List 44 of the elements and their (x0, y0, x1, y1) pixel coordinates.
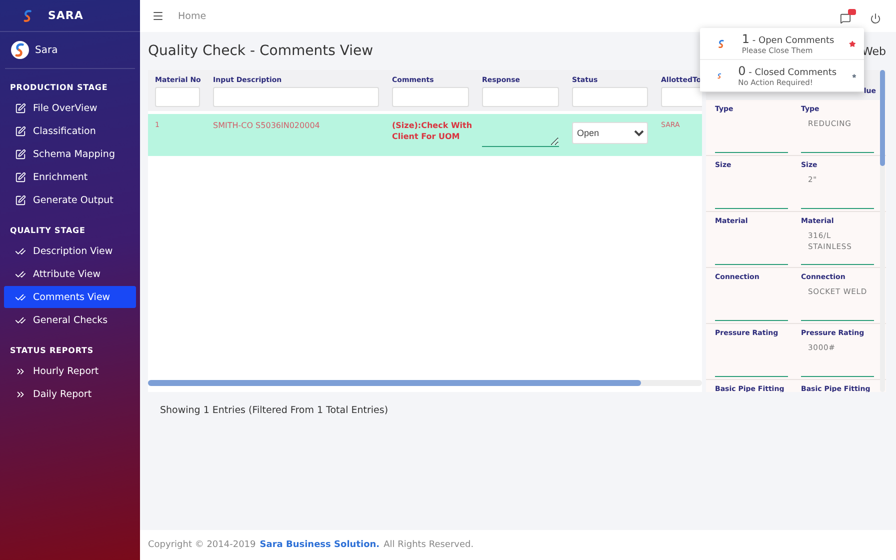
sidebar-item[interactable]: Description View (4, 240, 136, 262)
user-name: Sara (35, 44, 58, 56)
edit-icon (15, 102, 26, 114)
company-link[interactable]: Sara Business Solution. (260, 540, 380, 550)
filter-field[interactable] (572, 87, 648, 107)
rights-text: All Rights Reserved. (384, 540, 474, 550)
sidebar-item[interactable]: File OverView (4, 97, 136, 119)
section-title: PRODUCTION STAGE (9, 82, 109, 94)
avatar-icon (11, 41, 29, 59)
sidebar-item[interactable]: Generate Output (4, 189, 136, 211)
double-chevron-icon (15, 388, 26, 400)
status-select[interactable]: Open (572, 122, 648, 144)
section-title: QUALITY STAGE (9, 225, 86, 237)
sidebar-item[interactable]: Classification (4, 120, 136, 142)
double-check-icon (15, 246, 26, 256)
sidebar-item[interactable]: General Checks (4, 309, 136, 331)
filter-field[interactable] (155, 87, 200, 107)
section-title: STATUS REPORTS (9, 345, 95, 357)
edit-icon (15, 172, 26, 182)
double-check-icon (15, 292, 26, 302)
breadcrumb: Home (178, 10, 208, 22)
comments-button[interactable] (840, 8, 856, 24)
double-check-icon (15, 268, 26, 280)
filter-field[interactable] (392, 87, 469, 107)
menu-icon[interactable] (152, 10, 164, 22)
sidebar-item[interactable]: Schema Mapping (4, 143, 136, 165)
copyright-text: Copyright © 2014-2019 (148, 540, 256, 550)
filter-field[interactable] (482, 87, 559, 107)
brand-name: SARA (48, 9, 84, 22)
page-title: Quality Check - Comments View (148, 43, 374, 59)
double-check-icon (15, 314, 26, 326)
edit-icon (15, 194, 26, 206)
table-cell-text: (Size):Check With Client For UOM (392, 121, 474, 143)
edit-icon (15, 148, 26, 160)
edit-icon (15, 126, 26, 136)
filter-field[interactable] (213, 87, 379, 107)
sidebar-item[interactable]: Attribute View (4, 263, 136, 285)
entries-summary: Showing 1 Entries (Filtered From 1 Total Entries) (159, 404, 390, 416)
sidebar-item[interactable]: Comments View (4, 286, 136, 308)
sidebar-item[interactable]: Hourly Report (4, 360, 136, 382)
sidebar-item[interactable]: Enrichment (4, 166, 136, 188)
sidebar-item[interactable]: Daily Report (4, 383, 136, 405)
table-cell-text: SMITH-CO S5036IN020004 (213, 121, 321, 132)
double-chevron-icon (15, 366, 26, 376)
